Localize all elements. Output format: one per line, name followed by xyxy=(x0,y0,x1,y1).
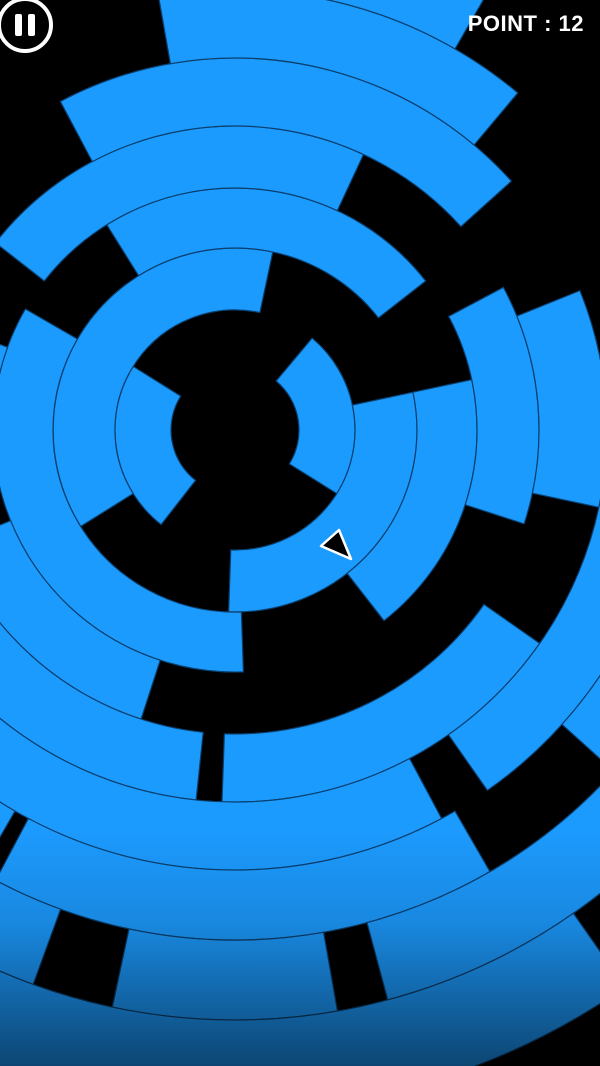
pause-icon xyxy=(15,14,22,36)
maze-rings xyxy=(0,0,600,1066)
ring-1-segment-1 xyxy=(275,337,356,495)
game-stage[interactable]: POINT : 12 xyxy=(0,0,600,1066)
pause-icon xyxy=(28,14,35,36)
score-label: POINT : 12 xyxy=(467,11,584,36)
ring-8-segment-2 xyxy=(111,928,339,1021)
ring-1-segment-2 xyxy=(114,365,197,526)
